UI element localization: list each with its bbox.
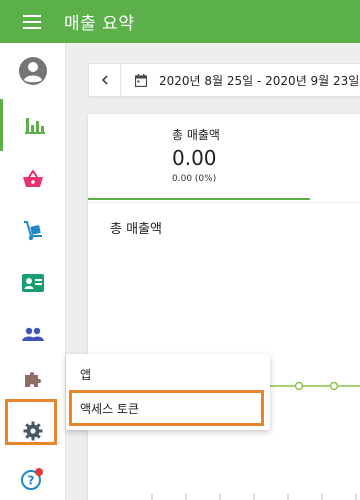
access-token-highlight-box xyxy=(69,390,264,426)
page-title: 매출 요약 xyxy=(64,14,135,34)
bar-chart-icon xyxy=(24,118,45,134)
sidebar-item-add-ons[interactable] xyxy=(0,353,66,405)
id-card-icon xyxy=(22,274,44,292)
app-bar: 매출 요약 xyxy=(0,0,360,43)
help-icon: ? xyxy=(21,468,43,490)
calendar-icon[interactable] xyxy=(135,73,147,87)
add-ons-flyout-menu: 앱 액세스 토큰 xyxy=(66,354,270,430)
chart-point xyxy=(329,381,339,391)
sales-summary-card: 총 매출액 0.00 0.00 (0%) 총 매출액 xyxy=(88,114,360,500)
chart-point xyxy=(294,381,304,391)
people-icon xyxy=(22,327,44,341)
sidebar-item-delivery[interactable] xyxy=(0,205,66,257)
basket-icon xyxy=(23,170,43,187)
sidebar-item-store[interactable] xyxy=(0,153,66,205)
sales-chart xyxy=(151,381,360,500)
sidebar-item-sales-summary[interactable] xyxy=(0,99,66,151)
puzzle-icon xyxy=(25,372,41,387)
sidebar-item-help[interactable]: ? xyxy=(0,453,66,500)
svg-text:?: ? xyxy=(28,474,35,488)
sidebar-item-settings[interactable] xyxy=(0,405,66,457)
date-range-label[interactable]: 2020년 8월 25일 - 2020년 9월 23일 xyxy=(159,72,359,89)
sidebar: ? xyxy=(0,43,66,500)
chevron-left-icon xyxy=(101,75,108,85)
hamburger-menu-icon[interactable] xyxy=(0,0,64,43)
sidebar-item-customers[interactable] xyxy=(0,257,66,309)
account-avatar-icon[interactable] xyxy=(0,45,66,97)
hand-truck-icon xyxy=(24,221,42,241)
previous-period-button[interactable] xyxy=(89,64,121,96)
date-range-bar: 2020년 8월 25일 - 2020년 9월 23일 xyxy=(88,63,360,97)
flyout-item-apps[interactable]: 앱 xyxy=(80,366,91,383)
gear-icon xyxy=(23,421,43,441)
x-axis-ticks xyxy=(151,494,357,500)
